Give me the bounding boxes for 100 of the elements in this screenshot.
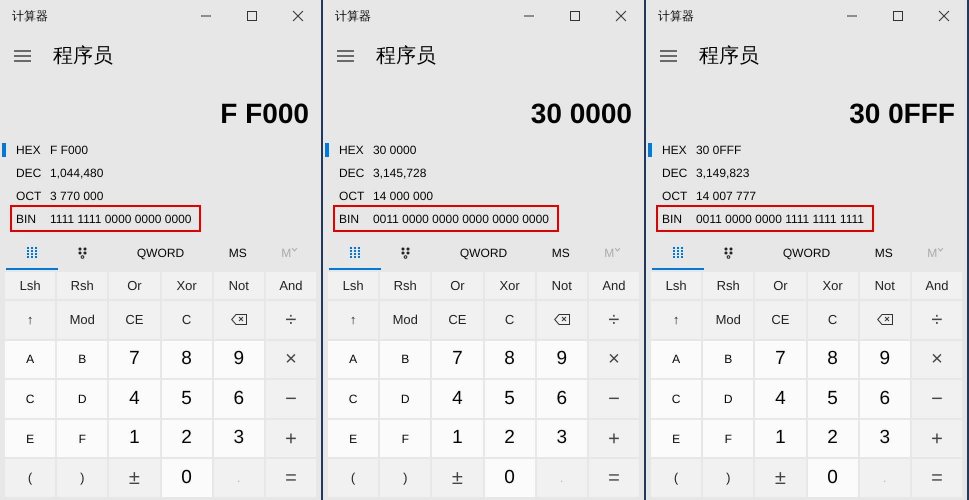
radix-row[interactable]: HEX F F000 <box>10 138 98 161</box>
calculator-key[interactable]: − <box>912 380 962 418</box>
calculator-key[interactable]: C <box>162 301 212 339</box>
calculator-key[interactable]: 0 <box>484 459 535 497</box>
calculator-key[interactable]: ) <box>57 459 108 497</box>
calculator-key[interactable]: 3 <box>536 420 587 458</box>
calculator-key[interactable]: 1 <box>432 420 482 458</box>
calculator-key[interactable]: ± <box>432 459 482 497</box>
calculator-key[interactable]: 7 <box>755 340 806 378</box>
calculator-key[interactable]: 2 <box>484 420 535 458</box>
mode-tab[interactable]: MS <box>212 238 264 270</box>
radix-row[interactable]: DEC 1,044,480 <box>10 161 114 184</box>
calculator-key[interactable]: Rsh <box>703 272 754 300</box>
calculator-key[interactable]: Lsh <box>328 272 378 300</box>
calculator-key[interactable]: Xor <box>484 272 535 300</box>
calculator-key[interactable]: 3 <box>860 420 910 458</box>
calculator-key[interactable]: Mod <box>380 301 430 339</box>
calculator-key[interactable]: 6 <box>214 380 264 418</box>
calculator-key[interactable]: B <box>380 340 430 378</box>
calculator-key[interactable]: ( <box>651 459 702 497</box>
radix-row[interactable]: DEC 3,149,823 <box>656 161 760 184</box>
calculator-key[interactable]: Not <box>536 272 587 300</box>
calculator-key[interactable]: = <box>588 459 639 497</box>
calculator-key[interactable]: ( <box>5 459 56 497</box>
calculator-key[interactable]: Lsh <box>651 272 702 300</box>
calculator-key[interactable]: C <box>651 380 702 418</box>
calculator-key[interactable]: Not <box>860 272 910 300</box>
calculator-key[interactable]: Rsh <box>380 272 430 300</box>
backspace-key[interactable] <box>214 301 264 339</box>
calculator-key[interactable]: E <box>651 420 702 458</box>
calculator-key[interactable]: 9 <box>860 340 910 378</box>
calculator-key[interactable]: B <box>703 340 754 378</box>
calculator-key[interactable]: C <box>328 380 378 418</box>
calculator-key[interactable]: ) <box>380 459 430 497</box>
mode-tab[interactable]: QWORD <box>755 238 858 270</box>
calculator-key[interactable]: A <box>5 340 56 378</box>
calculator-key[interactable]: B <box>57 340 108 378</box>
calculator-key[interactable]: ÷ <box>588 301 639 339</box>
calculator-key[interactable]: 4 <box>109 380 160 418</box>
radix-row[interactable]: OCT 3 770 000 <box>10 184 114 207</box>
calculator-key[interactable]: = <box>266 459 316 497</box>
mode-tab[interactable]: QWORD <box>109 238 212 270</box>
calculator-key[interactable]: 5 <box>162 380 212 418</box>
calculator-key[interactable]: And <box>588 272 639 300</box>
calculator-key[interactable]: Or <box>755 272 806 300</box>
menu-icon[interactable] <box>14 50 31 62</box>
calculator-key[interactable]: C <box>5 380 56 418</box>
calculator-key[interactable]: C <box>808 301 858 339</box>
backspace-key[interactable] <box>860 301 910 339</box>
calculator-key[interactable]: F <box>380 420 430 458</box>
calculator-key[interactable]: 7 <box>432 340 482 378</box>
calculator-key[interactable]: ± <box>755 459 806 497</box>
calculator-key[interactable]: Mod <box>703 301 754 339</box>
calculator-key[interactable]: − <box>588 380 639 418</box>
calculator-key[interactable]: 7 <box>109 340 160 378</box>
highlighted-radix-row[interactable]: BIN 1111 1111 0000 0000 0000 <box>10 205 202 232</box>
calculator-key[interactable]: CE <box>432 301 482 339</box>
calculator-key[interactable]: E <box>5 420 56 458</box>
calculator-key[interactable]: Not <box>214 272 264 300</box>
calculator-key[interactable]: And <box>912 272 962 300</box>
calculator-key[interactable]: F <box>57 420 108 458</box>
menu-icon[interactable] <box>660 50 677 62</box>
calculator-key[interactable]: × <box>912 340 962 378</box>
menu-icon[interactable] <box>337 50 354 62</box>
calculator-key[interactable]: × <box>588 340 639 378</box>
calculator-key[interactable]: D <box>703 380 754 418</box>
radix-row[interactable]: HEX 30 0FFF <box>656 138 752 161</box>
calculator-key[interactable]: + <box>912 420 962 458</box>
calculator-key[interactable]: 6 <box>536 380 587 418</box>
calculator-key[interactable]: CE <box>755 301 806 339</box>
calculator-key[interactable]: 5 <box>484 380 535 418</box>
calculator-key[interactable]: 2 <box>162 420 212 458</box>
calculator-key[interactable]: ) <box>703 459 754 497</box>
calculator-key[interactable]: 1 <box>109 420 160 458</box>
calculator-key[interactable]: = <box>912 459 962 497</box>
calculator-key[interactable]: Or <box>109 272 160 300</box>
calculator-key[interactable]: ↑ <box>651 301 702 339</box>
calculator-key[interactable]: 8 <box>484 340 535 378</box>
calculator-key[interactable]: ↑ <box>328 301 378 339</box>
backspace-key[interactable] <box>536 301 587 339</box>
mode-tab[interactable]: MS <box>858 238 910 270</box>
calculator-key[interactable]: E <box>328 420 378 458</box>
highlighted-radix-row[interactable]: BIN 0011 0000 0000 1111 1111 1111 <box>656 205 874 232</box>
calculator-key[interactable]: F <box>703 420 754 458</box>
calculator-key[interactable]: Mod <box>57 301 108 339</box>
calculator-key[interactable]: A <box>651 340 702 378</box>
calculator-key[interactable]: Xor <box>808 272 858 300</box>
calculator-key[interactable]: ↑ <box>5 301 56 339</box>
calculator-key[interactable]: A <box>328 340 378 378</box>
calculator-key[interactable]: ± <box>109 459 160 497</box>
calculator-key[interactable]: + <box>266 420 316 458</box>
mode-tab[interactable]: QWORD <box>432 238 535 270</box>
radix-row[interactable]: OCT 14 007 777 <box>656 184 766 207</box>
radix-row[interactable]: DEC 3,145,728 <box>333 161 436 184</box>
radix-row[interactable]: OCT 14 000 000 <box>333 184 444 207</box>
calculator-key[interactable]: 9 <box>214 340 264 378</box>
calculator-key[interactable]: 0 <box>808 459 858 497</box>
mode-tab[interactable]: MS <box>535 238 586 270</box>
calculator-key[interactable]: + <box>588 420 639 458</box>
calculator-key[interactable]: And <box>266 272 316 300</box>
